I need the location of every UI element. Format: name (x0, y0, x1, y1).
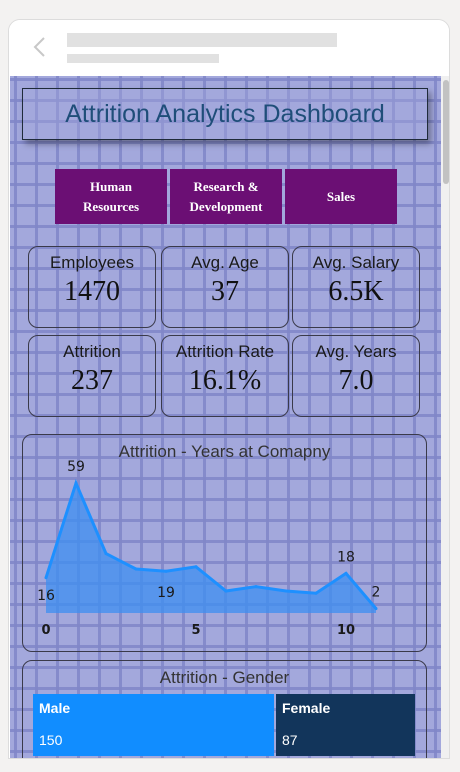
dept-button-research-development[interactable]: Research & Development (170, 169, 282, 224)
title-placeholder (67, 33, 337, 47)
kpi-card-avg-age: Avg. Age 37 (161, 246, 289, 328)
kpi-value: 16.1% (188, 365, 262, 396)
report-canvas: Attrition Analytics Dashboard Human Reso… (10, 76, 441, 758)
gender-value: 87 (282, 732, 298, 748)
kpi-label: Avg. Age (191, 253, 259, 272)
data-point[interactable] (374, 607, 378, 611)
data-label: 2 (372, 585, 381, 601)
gender-label: Male (39, 700, 71, 716)
data-label: 59 (67, 459, 85, 475)
x-tick-label: 10 (337, 623, 355, 638)
data-point[interactable] (194, 565, 198, 569)
kpi-card-employees: Employees 1470 (28, 246, 156, 328)
kpi-label: Avg. Years (315, 342, 397, 361)
kpi-value: 7.0 (338, 365, 374, 396)
x-tick-label: 0 (41, 623, 50, 638)
data-point[interactable] (314, 591, 318, 595)
chart-title: Attrition - Gender (159, 668, 290, 687)
years-at-company-chart-panel: Attrition - Years at Comapny 16 59 19 18 2 0 5… (22, 434, 427, 652)
gender-tile-male[interactable]: Male 150 (33, 694, 274, 756)
kpi-value: 237 (71, 365, 113, 396)
kpi-card-attrition: Attrition 237 (28, 335, 156, 417)
gender-tile-female[interactable]: Female 87 (276, 694, 415, 756)
x-tick-label: 5 (191, 623, 200, 638)
gender-chart-panel: Attrition - Gender Male 150 Female 87 (22, 660, 427, 758)
kpi-card-avg-years: Avg. Years 7.0 (292, 335, 420, 417)
kpi-value: 1470 (64, 276, 120, 307)
kpi-label: Attrition (63, 342, 121, 361)
kpi-label: Employees (49, 253, 135, 272)
kpi-value: 37 (211, 276, 239, 307)
gender-value: 150 (39, 732, 63, 748)
dept-button-sales[interactable]: Sales (285, 169, 397, 224)
subtitle-placeholder (67, 54, 219, 63)
area-fill (46, 483, 376, 613)
scrollbar-thumb[interactable] (443, 80, 449, 184)
mobile-frame: Attrition Analytics Dashboard Human Reso… (8, 19, 450, 759)
data-point[interactable] (104, 552, 108, 556)
dept-button-human-resources[interactable]: Human Resources (55, 169, 167, 224)
data-label: 18 (337, 549, 355, 565)
kpi-label: Attrition Rate (175, 342, 275, 361)
kpi-card-attrition-rate: Attrition Rate 16.1% (161, 335, 289, 417)
kpi-label: Avg. Salary (312, 253, 400, 272)
data-point[interactable] (134, 567, 138, 571)
data-point[interactable] (344, 571, 348, 575)
data-point[interactable] (254, 585, 258, 589)
gender-label: Female (282, 700, 331, 716)
kpi-card-avg-salary: Avg. Salary 6.5K (292, 246, 420, 328)
data-point[interactable] (44, 576, 48, 580)
data-label: 19 (157, 585, 175, 601)
data-point[interactable] (74, 481, 78, 485)
vertical-scrollbar[interactable] (441, 76, 449, 758)
data-point[interactable] (164, 569, 168, 573)
chevron-left-icon[interactable] (31, 36, 49, 58)
data-point[interactable] (224, 589, 228, 593)
data-label: 16 (37, 588, 55, 604)
dashboard-title: Attrition Analytics Dashboard (22, 88, 428, 140)
app-header (9, 20, 449, 76)
data-point[interactable] (284, 589, 288, 593)
kpi-value: 6.5K (328, 276, 384, 307)
years-at-company-area-chart[interactable]: 16 59 19 18 2 0 5 10 (23, 435, 426, 651)
